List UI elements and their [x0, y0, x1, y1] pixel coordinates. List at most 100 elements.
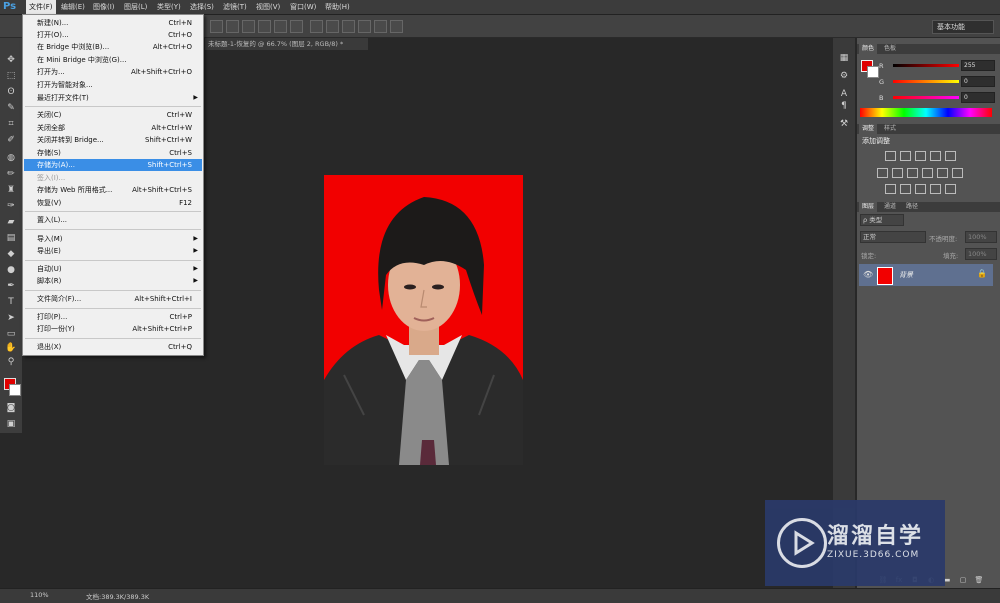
character-panel-icon[interactable]: A: [838, 88, 850, 100]
menu-item-close-all[interactable]: 关闭全部 Alt+Ctrl+W: [24, 122, 202, 134]
photo-filter-icon[interactable]: [922, 168, 933, 178]
tab-channels[interactable]: 通道: [881, 202, 899, 212]
g-value[interactable]: 0: [961, 76, 995, 87]
menu-image[interactable]: 图像(I): [90, 0, 118, 14]
gradient-tool-icon[interactable]: ▤: [5, 232, 17, 244]
menu-item-import[interactable]: 导入(M) ▶: [24, 233, 202, 245]
tab-swatches[interactable]: 色板: [881, 44, 899, 54]
color-balance-icon[interactable]: [892, 168, 903, 178]
history-panel-icon[interactable]: ▦: [838, 52, 850, 64]
threshold-icon[interactable]: [915, 184, 926, 194]
blend-mode-select[interactable]: 正常: [860, 231, 926, 243]
shape-tool-icon[interactable]: ▭: [5, 328, 17, 340]
color-spectrum-bar[interactable]: [860, 108, 992, 117]
channel-mixer-icon[interactable]: [937, 168, 948, 178]
distribute-vcenter-icon[interactable]: [326, 20, 339, 33]
zoom-level[interactable]: 110%: [30, 591, 49, 599]
menu-filter[interactable]: 滤镜(T): [220, 0, 250, 14]
menu-item-check-in[interactable]: 签入(I)...: [24, 172, 202, 184]
menu-layer[interactable]: 图层(L): [121, 0, 150, 14]
menu-item-close[interactable]: 关闭(C) Ctrl+W: [24, 109, 202, 121]
hue-saturation-icon[interactable]: [877, 168, 888, 178]
menu-item-open-smart-object[interactable]: 打开为智能对象...: [24, 79, 202, 91]
tab-styles[interactable]: 样式: [881, 124, 899, 134]
tool-presets-icon[interactable]: ⚒: [838, 118, 850, 130]
gradient-map-icon[interactable]: [930, 184, 941, 194]
quick-select-tool-icon[interactable]: ✎: [5, 102, 17, 114]
clone-stamp-tool-icon[interactable]: ♜: [5, 184, 17, 196]
visibility-eye-icon[interactable]: 👁: [863, 270, 873, 279]
portrait-photo[interactable]: [324, 175, 523, 465]
menu-file[interactable]: 文件(F): [26, 0, 56, 14]
history-brush-tool-icon[interactable]: ✑: [5, 200, 17, 212]
menu-item-save-as[interactable]: 存储为(A)... Shift+Ctrl+S: [24, 159, 202, 171]
menu-item-open-as[interactable]: 打开为... Alt+Shift+Ctrl+O: [24, 66, 202, 78]
tab-adjustments[interactable]: 调整: [859, 124, 878, 134]
selective-color-icon[interactable]: [945, 184, 956, 194]
menu-item-recent-files[interactable]: 最近打开文件(T) ▶: [24, 92, 202, 104]
crop-tool-icon[interactable]: ⌗: [5, 118, 17, 130]
vibrance-icon[interactable]: [945, 151, 956, 161]
posterize-icon[interactable]: [900, 184, 911, 194]
color-lookup-icon[interactable]: [952, 168, 963, 178]
menu-item-print-one-copy[interactable]: 打印一份(Y) Alt+Shift+Ctrl+P: [24, 323, 202, 335]
align-hcenter-icon[interactable]: [274, 20, 287, 33]
align-left-icon[interactable]: [258, 20, 271, 33]
menu-item-print[interactable]: 打印(P)... Ctrl+P: [24, 311, 202, 323]
hand-tool-icon[interactable]: ✋: [5, 342, 17, 354]
workspace-select[interactable]: 基本功能: [932, 20, 994, 34]
distribute-left-icon[interactable]: [358, 20, 371, 33]
path-select-tool-icon[interactable]: ➤: [5, 312, 17, 324]
bg-color-chip[interactable]: [867, 66, 879, 78]
menu-item-exit[interactable]: 退出(X) Ctrl+Q: [24, 341, 202, 353]
align-top-icon[interactable]: [210, 20, 223, 33]
menu-item-automate[interactable]: 自动(U) ▶: [24, 263, 202, 275]
delete-layer-icon[interactable]: 🗑: [973, 574, 985, 586]
align-right-icon[interactable]: [290, 20, 303, 33]
menu-select[interactable]: 选择(S): [187, 0, 217, 14]
distribute-hcenter-icon[interactable]: [374, 20, 387, 33]
brightness-icon[interactable]: [885, 151, 896, 161]
distribute-top-icon[interactable]: [310, 20, 323, 33]
fill-input[interactable]: 100%: [965, 248, 997, 260]
menu-item-open[interactable]: 打开(O)... Ctrl+O: [24, 29, 202, 41]
move-tool-icon[interactable]: ✥: [5, 54, 17, 66]
eraser-tool-icon[interactable]: ▰: [5, 216, 17, 228]
distribute-right-icon[interactable]: [390, 20, 403, 33]
menu-item-file-info[interactable]: 文件简介(F)... Alt+Shift+Ctrl+I: [24, 293, 202, 305]
distribute-bottom-icon[interactable]: [342, 20, 355, 33]
menu-item-place[interactable]: 置入(L)...: [24, 214, 202, 226]
b-value[interactable]: 0: [961, 92, 995, 103]
opacity-input[interactable]: 100%: [965, 231, 997, 243]
r-slider[interactable]: [893, 64, 959, 67]
black-white-icon[interactable]: [907, 168, 918, 178]
type-tool-icon[interactable]: T: [5, 296, 17, 308]
blur-tool-icon[interactable]: ◆: [5, 248, 17, 260]
menu-help[interactable]: 帮助(H): [322, 0, 353, 14]
pen-tool-icon[interactable]: ✒: [5, 280, 17, 292]
quick-mask-icon[interactable]: ◙: [5, 402, 17, 414]
dodge-tool-icon[interactable]: ●: [5, 264, 17, 276]
brush-tool-icon[interactable]: ✏: [5, 168, 17, 180]
menu-item-save-for-web[interactable]: 存储为 Web 所用格式... Alt+Shift+Ctrl+S: [24, 184, 202, 196]
menu-item-browse-mini-bridge[interactable]: 在 Mini Bridge 中浏览(G)...: [24, 54, 202, 66]
menu-item-export[interactable]: 导出(E) ▶: [24, 245, 202, 257]
menu-item-save[interactable]: 存储(S) Ctrl+S: [24, 147, 202, 159]
b-slider[interactable]: [893, 96, 959, 99]
document-tab[interactable]: 未标题-1-恢复的 @ 66.7% (图层 2, RGB/8) *: [205, 38, 368, 50]
align-vcenter-icon[interactable]: [226, 20, 239, 33]
new-layer-icon[interactable]: ▢: [957, 574, 969, 586]
lasso-tool-icon[interactable]: ʘ: [5, 86, 17, 98]
menu-edit[interactable]: 编辑(E): [58, 0, 88, 14]
menu-item-browse-bridge[interactable]: 在 Bridge 中浏览(B)... Alt+Ctrl+O: [24, 41, 202, 53]
layer-name[interactable]: 背景: [899, 270, 913, 280]
healing-brush-tool-icon[interactable]: ◍: [5, 152, 17, 164]
paragraph-panel-icon[interactable]: ¶: [838, 100, 850, 112]
menu-view[interactable]: 视图(V): [253, 0, 283, 14]
layer-row-background[interactable]: 👁 背景 🔒: [859, 264, 993, 286]
marquee-tool-icon[interactable]: ⬚: [5, 70, 17, 82]
menu-item-new[interactable]: 新建(N)... Ctrl+N: [24, 17, 202, 29]
curves-icon[interactable]: [915, 151, 926, 161]
eyedropper-tool-icon[interactable]: ✐: [5, 134, 17, 146]
menu-item-scripts[interactable]: 脚本(R) ▶: [24, 275, 202, 287]
